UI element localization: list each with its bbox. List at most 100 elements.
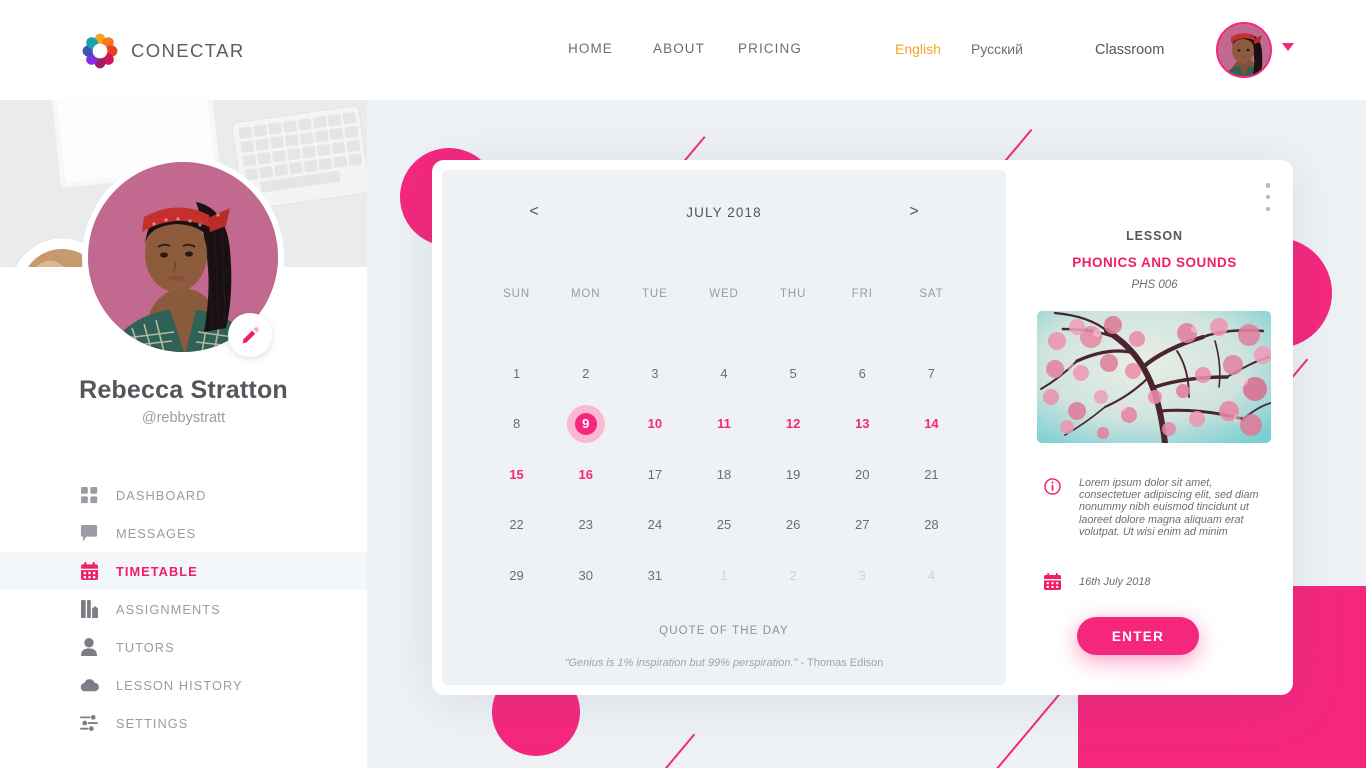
lesson-date-row: 16th July 2018 (1044, 573, 1274, 590)
calendar-day[interactable]: 14 (897, 399, 966, 450)
top-navigation-bar: CONECTAR HOME ABOUT PRICING English Русс… (0, 0, 1366, 100)
enter-button[interactable]: ENTER (1077, 617, 1199, 655)
calendar-day[interactable]: 3 (620, 348, 689, 399)
calendar-icon (78, 560, 100, 582)
brand-logo[interactable]: CONECTAR (82, 33, 245, 69)
calendar-day[interactable]: 10 (620, 399, 689, 450)
edit-profile-button[interactable] (228, 313, 272, 357)
calendar-day[interactable]: 15 (482, 449, 551, 500)
sliders-icon (78, 712, 100, 734)
calendar-day[interactable]: 1 (482, 348, 551, 399)
sidebar-item-timetable[interactable]: TIMETABLE (0, 552, 367, 590)
sidebar-item-dashboard[interactable]: DASHBOARD (0, 476, 367, 514)
calendar-day[interactable]: 7 (897, 348, 966, 399)
avatar-ring (1216, 22, 1272, 78)
sidebar-item-label: SETTINGS (116, 715, 189, 731)
sidebar-item-label: ASSIGNMENTS (116, 601, 221, 617)
calendar-day[interactable]: 23 (551, 500, 620, 551)
lesson-description: Lorem ipsum dolor sit amet, consectetuer… (1079, 477, 1259, 538)
nav-item-home[interactable]: HOME (568, 41, 653, 56)
quote-of-the-day-text: "Genius is 1% inspiration but 99% perspi… (442, 657, 1006, 669)
calendar-day[interactable]: 27 (828, 500, 897, 551)
info-circle-icon (1044, 478, 1061, 495)
nav-item-pricing[interactable]: PRICING (738, 41, 802, 56)
calendar-day[interactable]: 24 (620, 500, 689, 551)
lesson-name: PHONICS AND SOUNDS (1072, 255, 1237, 270)
weekday-label: MON (570, 288, 601, 300)
sidebar-item-settings[interactable]: SETTINGS (0, 704, 367, 742)
app-root: Rebecca Stratton @rebbystratt DASHBOARD … (0, 0, 1366, 768)
calendar-icon (1044, 573, 1061, 590)
calendar-day[interactable]: 3 (828, 550, 897, 601)
calendar-day[interactable]: 21 (897, 449, 966, 500)
page-title: Rebecca Stratton (79, 376, 288, 404)
calendar-day[interactable]: 31 (620, 550, 689, 601)
calendar-day[interactable]: 8 (482, 399, 551, 450)
calendar-day[interactable]: 4 (897, 550, 966, 601)
calendar-day[interactable]: 4 (689, 348, 758, 399)
calendar-day[interactable]: 25 (689, 500, 758, 551)
chevron-down-icon[interactable] (1282, 43, 1294, 51)
user-handle: @rebbystratt (141, 410, 226, 426)
quote-of-the-day-title: QUOTE OF THE DAY (659, 625, 789, 637)
language-option-english[interactable]: English (895, 41, 971, 57)
decoration-line-4 (616, 733, 695, 768)
timetable-panel: JULY 2018 < > SUN MON TUE WED THU FRI SA… (432, 160, 1293, 695)
sidebar-item-label: LESSON HISTORY (116, 677, 243, 693)
calendar-prev-button[interactable]: < (514, 203, 554, 221)
sidebar-menu: DASHBOARD MESSAGES TIMETABLE ASSIGNMENTS… (0, 476, 367, 742)
calendar-header: JULY 2018 < > (442, 200, 1006, 224)
nav-item-classroom[interactable]: Classroom (1095, 42, 1164, 58)
calendar-day[interactable]: 16 (551, 449, 620, 500)
sidebar-item-label: MESSAGES (116, 525, 197, 541)
calendar-day[interactable]: 2 (759, 550, 828, 601)
calendar-day[interactable]: 1 (689, 550, 758, 601)
kebab-menu-icon[interactable] (1261, 183, 1275, 211)
calendar-day[interactable]: 30 (551, 550, 620, 601)
quote-body: "Genius is 1% inspiration but 99% perspi… (564, 657, 798, 669)
calendar-day[interactable]: 13 (828, 399, 897, 450)
lesson-code: PHS 006 (1131, 279, 1178, 291)
sidebar-item-messages[interactable]: MESSAGES (0, 514, 367, 552)
nav-item-about[interactable]: ABOUT (653, 41, 738, 56)
calendar-day[interactable]: 18 (689, 449, 758, 500)
language-option-russian[interactable]: Русский (971, 41, 1023, 57)
lesson-thumbnail (1037, 311, 1271, 443)
classroom-link-wrapper: Classroom (1095, 41, 1164, 59)
brand-name: CONECTAR (131, 40, 245, 61)
weekday-label: TUE (642, 288, 668, 300)
sidebar-item-lesson-history[interactable]: LESSON HISTORY (0, 666, 367, 704)
person-icon (78, 636, 100, 658)
calendar-day[interactable]: 6 (828, 348, 897, 399)
calendar-day[interactable]: 9 (551, 399, 620, 450)
book-icon (78, 598, 100, 620)
calendar-inner: JULY 2018 < > SUN MON TUE WED THU FRI SA… (442, 170, 1006, 685)
calendar-day[interactable]: 29 (482, 550, 551, 601)
sidebar-item-label: DASHBOARD (116, 487, 207, 503)
lesson-label: LESSON (1126, 229, 1183, 243)
grid-icon (78, 484, 100, 506)
sidebar-item-tutors[interactable]: TUTORS (0, 628, 367, 666)
sidebar-item-label: TUTORS (116, 639, 175, 655)
calendar-day[interactable]: 2 (551, 348, 620, 399)
calendar-day[interactable]: 17 (620, 449, 689, 500)
main-navigation: HOME ABOUT PRICING (568, 41, 802, 56)
calendar-day[interactable]: 26 (759, 500, 828, 551)
calendar-day[interactable]: 20 (828, 449, 897, 500)
calendar-day[interactable]: 5 (759, 348, 828, 399)
calendar-card: JULY 2018 < > SUN MON TUE WED THU FRI SA… (432, 160, 1016, 695)
calendar-day[interactable]: 19 (759, 449, 828, 500)
lesson-date: 16th July 2018 (1079, 575, 1151, 588)
sidebar-item-assignments[interactable]: ASSIGNMENTS (0, 590, 367, 628)
calendar-day[interactable]: 22 (482, 500, 551, 551)
weekday-label: THU (779, 288, 807, 300)
weekday-label: SUN (503, 288, 531, 300)
calendar-day[interactable]: 12 (759, 399, 828, 450)
avatar[interactable] (1216, 22, 1272, 78)
language-switcher: English Русский (895, 41, 1023, 57)
lesson-card: LESSON PHONICS AND SOUNDS PHS 006 Lorem … (1016, 160, 1293, 695)
calendar-next-button[interactable]: > (894, 203, 934, 221)
calendar-day[interactable]: 28 (897, 500, 966, 551)
calendar-day[interactable]: 11 (689, 399, 758, 450)
sidebar: Rebecca Stratton @rebbystratt DASHBOARD … (0, 100, 367, 768)
